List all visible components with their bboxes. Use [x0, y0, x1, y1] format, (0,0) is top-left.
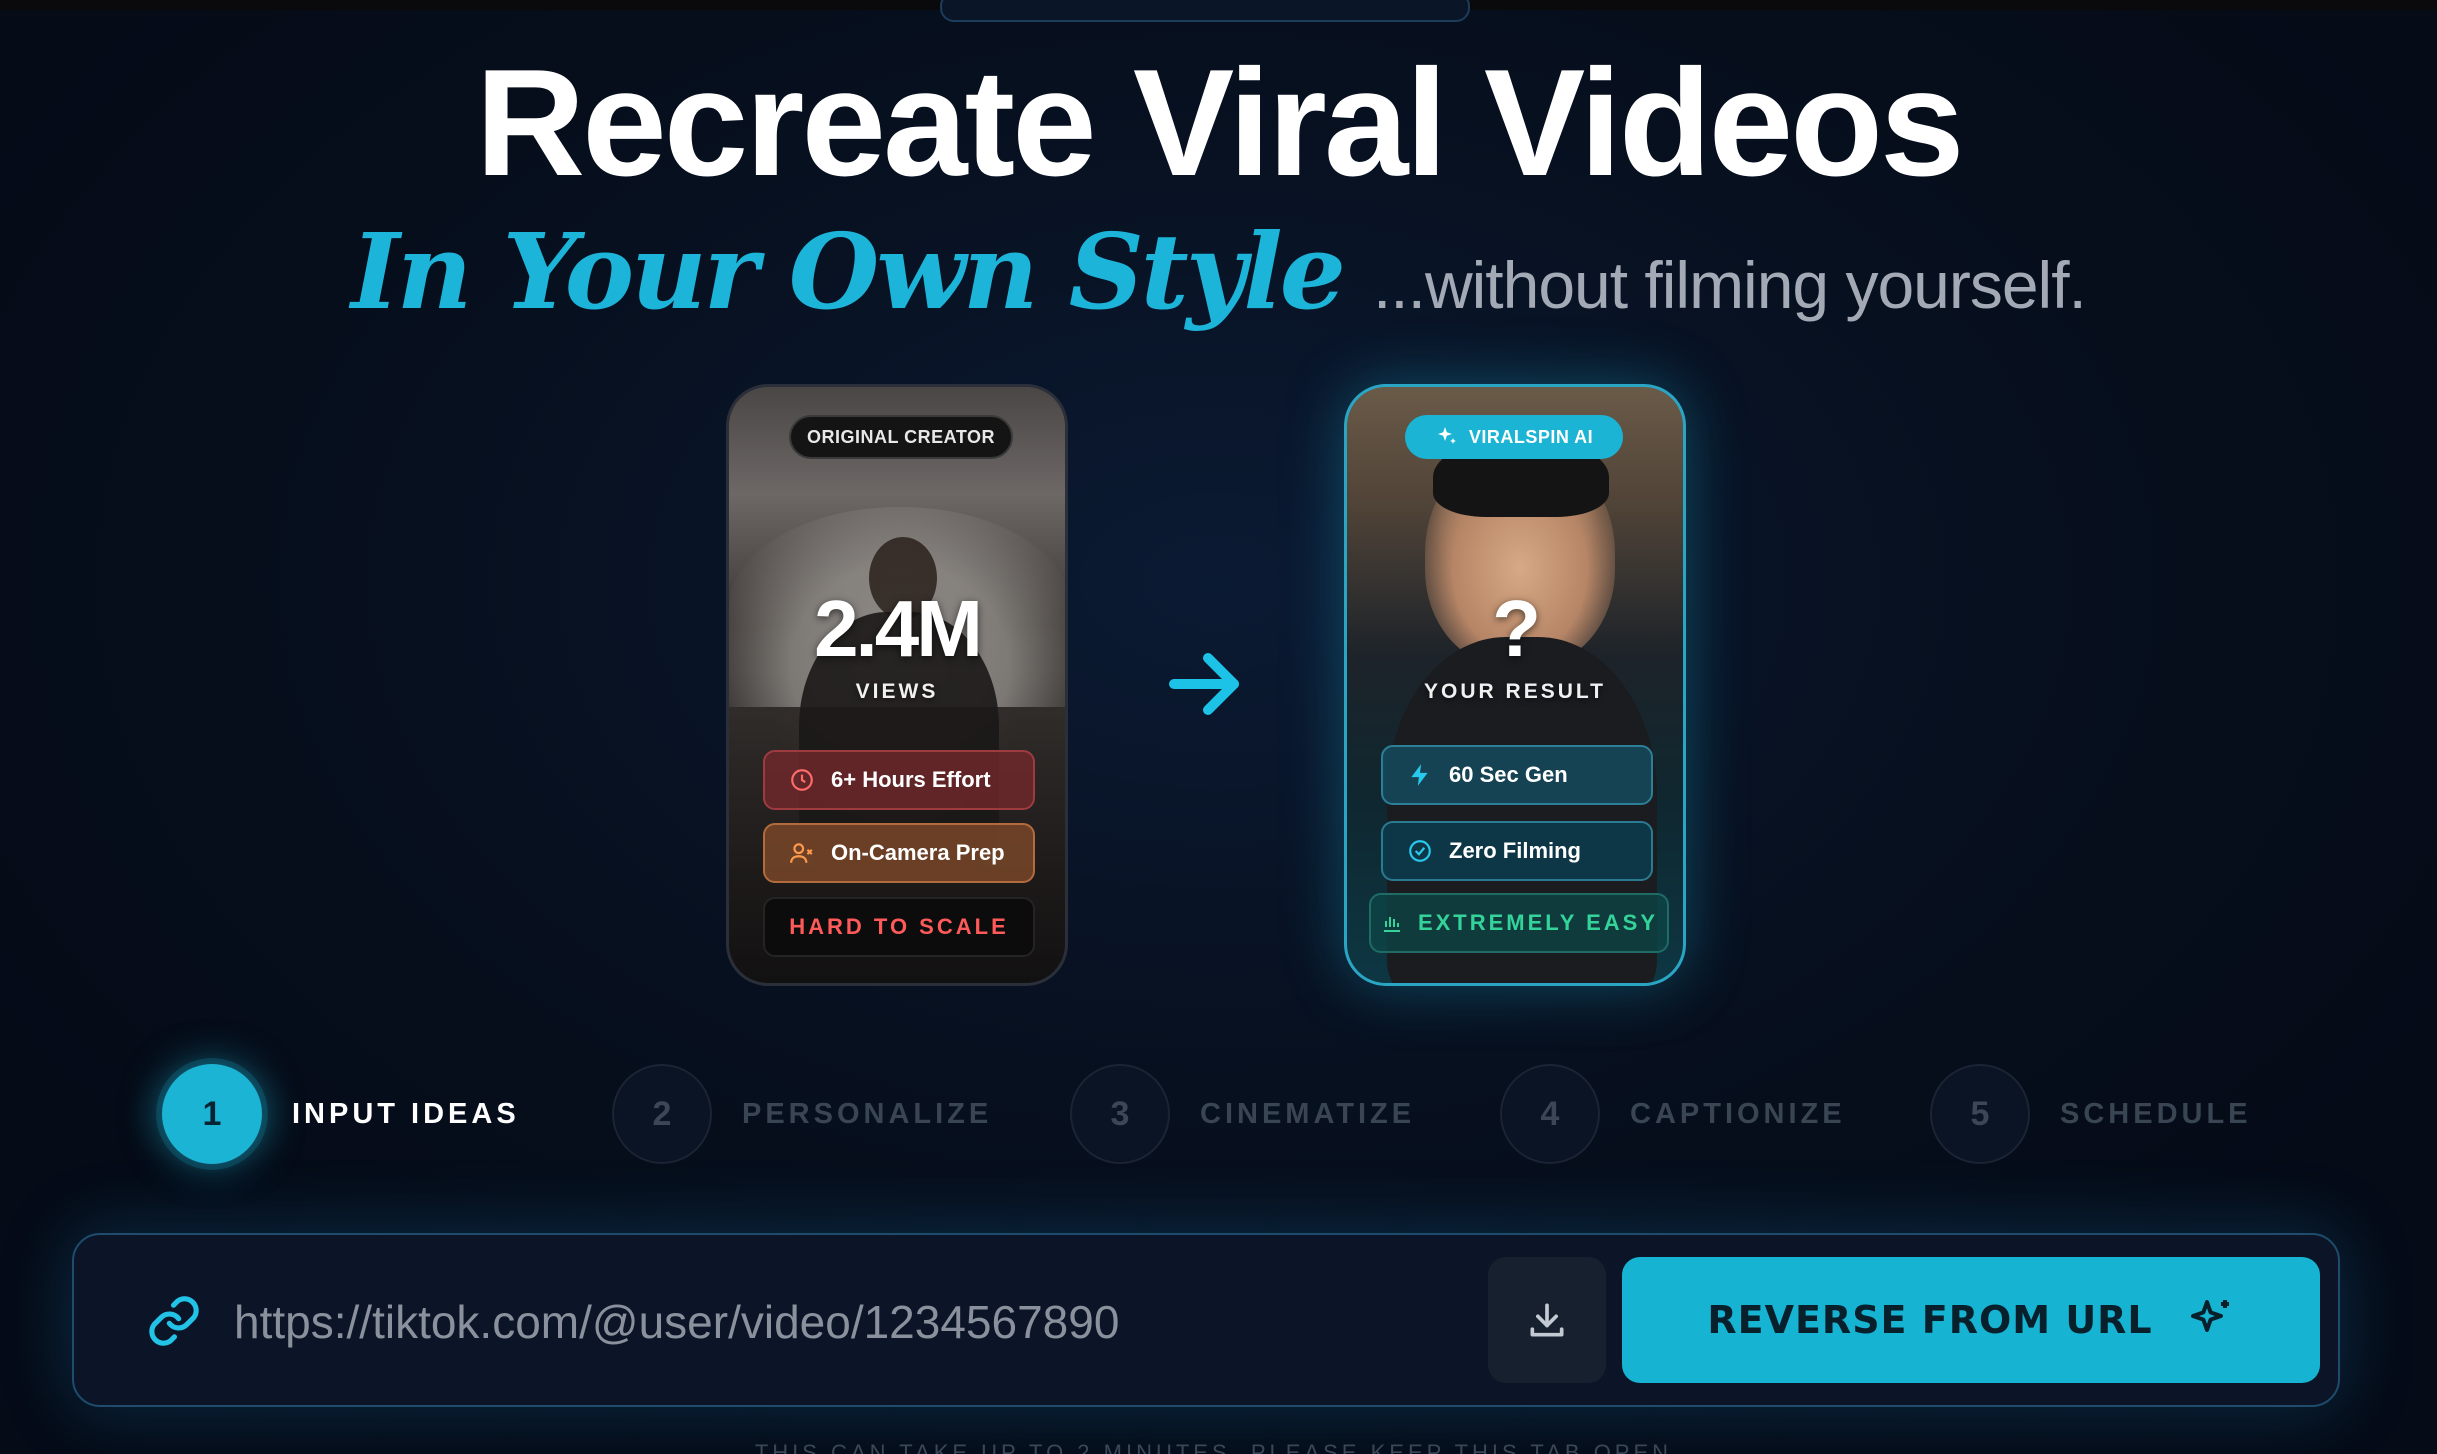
processing-note: THIS CAN TAKE UP TO 2 MINUTES. PLEASE KE… [754, 1440, 1683, 1454]
bolt-icon [1411, 764, 1428, 786]
hero-subtitle: In Your Own Style ...without filming your… [0, 210, 2437, 333]
effort-chip: 6+ Hours Effort [763, 750, 1035, 810]
zero-filming-chip: Zero Filming [1381, 821, 1653, 881]
arrow-right-icon [1169, 653, 1239, 715]
bar-chart-icon [1383, 917, 1400, 932]
original-creator-card: ORIGINAL CREATOR 2.4M VIEWS 6+ Hours Eff… [726, 384, 1068, 986]
step-label: SCHEDULE [2060, 1097, 2252, 1130]
result-label: YOUR RESULT [1424, 680, 1606, 703]
step-label: CAPTIONIZE [1630, 1097, 1846, 1130]
prep-chip: On-Camera Prep [763, 823, 1035, 883]
step-captionize[interactable]: 4 CAPTIONIZE [1500, 1064, 1846, 1164]
hard-to-scale-label: HARD TO SCALE [789, 914, 1009, 939]
prep-chip-label: On-Camera Prep [831, 840, 1005, 865]
download-button[interactable] [1488, 1257, 1606, 1383]
user-x-icon [790, 843, 813, 863]
sparkle-icon [2190, 1300, 2229, 1332]
views-stat: 2.4M [814, 584, 983, 673]
url-input-panel: REVERSE FROM URL [72, 1233, 2340, 1407]
step-label: INPUT IDEAS [292, 1097, 520, 1130]
top-announcement-pill[interactable] [940, 0, 1470, 22]
step-input-ideas[interactable]: 1 INPUT IDEAS [162, 1064, 520, 1164]
hero-title: Recreate Viral Videos [475, 38, 1964, 208]
effort-chip-label: 6+ Hours Effort [831, 767, 991, 792]
step-number: 3 [1070, 1064, 1170, 1164]
gen-time-chip: 60 Sec Gen [1381, 745, 1653, 805]
step-number: 1 [162, 1064, 262, 1164]
download-icon [1530, 1303, 1564, 1337]
hero-accent-text: In Your Own Style [351, 210, 1346, 333]
sparkle-icon [1437, 427, 1456, 444]
step-personalize[interactable]: 2 PERSONALIZE [612, 1064, 992, 1164]
gen-time-chip-label: 60 Sec Gen [1449, 762, 1568, 787]
video-url-input[interactable] [234, 1275, 1434, 1369]
reverse-from-url-button[interactable]: REVERSE FROM URL [1622, 1257, 2320, 1383]
result-card: VIRALSPIN AI ? YOUR RESULT 60 Sec Gen Ze… [1344, 384, 1686, 986]
hard-to-scale-chip: HARD TO SCALE [763, 897, 1035, 957]
extremely-easy-chip: EXTREMELY EASY [1369, 893, 1669, 953]
step-schedule[interactable]: 5 SCHEDULE [1930, 1064, 2252, 1164]
step-number: 5 [1930, 1064, 2030, 1164]
hero-tail-text: ...without filming yourself. [1372, 248, 2087, 322]
viralspin-ai-badge: VIRALSPIN AI [1405, 415, 1623, 459]
step-number: 2 [612, 1064, 712, 1164]
result-stat: ? [1492, 584, 1541, 673]
extremely-easy-label: EXTREMELY EASY [1417, 910, 1659, 935]
views-label: VIEWS [855, 680, 939, 703]
step-label: PERSONALIZE [742, 1097, 993, 1130]
step-label: CINEMATIZE [1200, 1097, 1416, 1130]
link-icon [149, 1296, 199, 1346]
step-number: 4 [1500, 1064, 1600, 1164]
original-creator-badge: ORIGINAL CREATOR [789, 415, 1013, 459]
reverse-from-url-label: REVERSE FROM URL [1707, 1298, 2153, 1342]
clock-icon [791, 769, 813, 791]
viralspin-ai-badge-label: VIRALSPIN AI [1468, 426, 1594, 447]
check-circle-icon [1409, 840, 1431, 862]
zero-filming-chip-label: Zero Filming [1449, 838, 1581, 863]
step-cinematize[interactable]: 3 CINEMATIZE [1070, 1064, 1415, 1164]
